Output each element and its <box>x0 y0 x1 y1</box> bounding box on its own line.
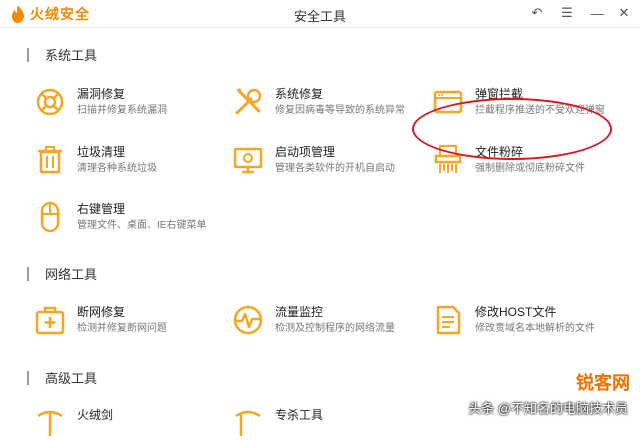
tool-name: 垃圾清理 <box>77 145 126 159</box>
section-title: 高级工具 <box>45 371 98 386</box>
tool-desc: 修复因病毒等导致的系统异常 <box>275 105 405 116</box>
tool-popup-block[interactable]: 弹窗拦截 拦截程序推送的不受欢迎弹窗 <box>431 85 605 119</box>
minimize-icon: — <box>590 5 604 21</box>
tool-desc: 扫描并修复系统漏洞 <box>77 105 167 116</box>
tool-special-kill[interactable]: 专杀工具 <box>231 406 323 440</box>
pulse-icon <box>233 305 263 335</box>
back-button[interactable]: ↶ <box>528 4 546 22</box>
section-system-tools: 系统工具 <box>27 45 97 64</box>
tool-name: 火绒剑 <box>77 408 114 422</box>
tool-name: 断网修复 <box>77 305 126 319</box>
watermark-logo-text: 锐客网 <box>576 373 630 393</box>
document-icon <box>436 305 461 335</box>
sword-icon <box>37 410 63 436</box>
tool-junk-clean[interactable]: 垃圾清理 清理各种系统垃圾 <box>33 143 157 177</box>
tool-name: 启动项管理 <box>275 145 336 159</box>
tool-desc: 拦截程序推送的不受欢迎弹窗 <box>475 105 605 116</box>
tool-name: 流量监控 <box>275 305 324 319</box>
tool-traffic-monitor[interactable]: 流量监控 检测及控制程序的网络流量 <box>231 303 395 337</box>
section-network-tools: 网络工具 <box>27 264 97 283</box>
tool-desc: 强制删除或彻底粉碎文件 <box>475 163 585 174</box>
tool-huorong-sword[interactable]: 火绒剑 <box>33 406 113 440</box>
tool-icon <box>235 410 261 436</box>
close-button[interactable]: ✕ <box>615 4 633 22</box>
tool-network-repair[interactable]: 断网修复 检测并修复断网问题 <box>33 303 167 337</box>
section-divider <box>27 266 29 281</box>
tool-host-file[interactable]: 修改HOST文件 修改贵域名本地解析的文件 <box>431 303 595 337</box>
tool-desc: 修改贵域名本地解析的文件 <box>475 323 595 334</box>
tool-file-shredder[interactable]: 文件粉碎 强制删除或彻底粉碎文件 <box>431 143 585 177</box>
tool-right-click-manager[interactable]: 右键管理 管理文件、桌面、IE右键菜单 <box>33 200 206 234</box>
tool-name: 右键管理 <box>77 202 126 216</box>
minimize-button[interactable]: — <box>588 4 606 22</box>
watermark: 头条 @不知名的电脑技术员 <box>468 398 632 417</box>
monitor-icon <box>233 147 263 174</box>
tool-desc: 管理文件、桌面、IE右键菜单 <box>77 220 207 231</box>
tools-panel: 系统工具 漏洞修复 扫描并修复系统漏洞 系统修复 修复因病毒等导致的系统异常 弹… <box>0 28 640 436</box>
tool-vuln-repair[interactable]: 漏洞修复 扫描并修复系统漏洞 <box>33 85 167 119</box>
menu-button[interactable]: ☰ <box>558 4 576 22</box>
tool-desc: 检测并修复断网问题 <box>77 323 167 334</box>
tool-system-repair[interactable]: 系统修复 修复因病毒等导致的系统异常 <box>231 85 405 119</box>
section-advanced-tools: 高级工具 <box>27 368 97 387</box>
tool-name: 漏洞修复 <box>77 87 126 101</box>
tool-desc: 清理各种系统垃圾 <box>77 163 157 174</box>
section-divider <box>27 47 29 62</box>
section-title: 系统工具 <box>45 48 98 63</box>
mouse-icon <box>40 201 60 233</box>
shredder-icon <box>434 145 462 173</box>
wrench-screwdriver-icon <box>235 88 262 115</box>
first-aid-icon <box>35 306 65 335</box>
tool-name: 修改HOST文件 <box>475 305 557 319</box>
tool-name: 系统修复 <box>275 87 324 101</box>
trash-icon <box>38 146 62 174</box>
tool-desc: 管理各类软件的开机自启动 <box>275 163 395 174</box>
lifebuoy-icon <box>36 88 64 116</box>
title-bar: 火绒安全 安全工具 ↶ ☰ — ✕ <box>0 0 640 28</box>
section-divider <box>27 370 29 385</box>
menu-icon: ☰ <box>561 5 573 20</box>
tool-startup-manager[interactable]: 启动项管理 管理各类软件的开机自启动 <box>231 143 395 177</box>
tool-name: 专杀工具 <box>275 408 324 422</box>
tool-name: 弹窗拦截 <box>475 87 524 101</box>
tool-desc: 检测及控制程序的网络流量 <box>275 323 395 334</box>
section-title: 网络工具 <box>45 267 98 282</box>
close-icon: ✕ <box>618 5 630 20</box>
watermark-text: 头条 @不知名的电脑技术员 <box>468 401 628 416</box>
tool-name: 文件粉碎 <box>475 145 524 159</box>
watermark-logo: 锐客网 <box>576 369 630 395</box>
window-icon <box>433 90 463 114</box>
back-icon: ↶ <box>531 5 543 20</box>
